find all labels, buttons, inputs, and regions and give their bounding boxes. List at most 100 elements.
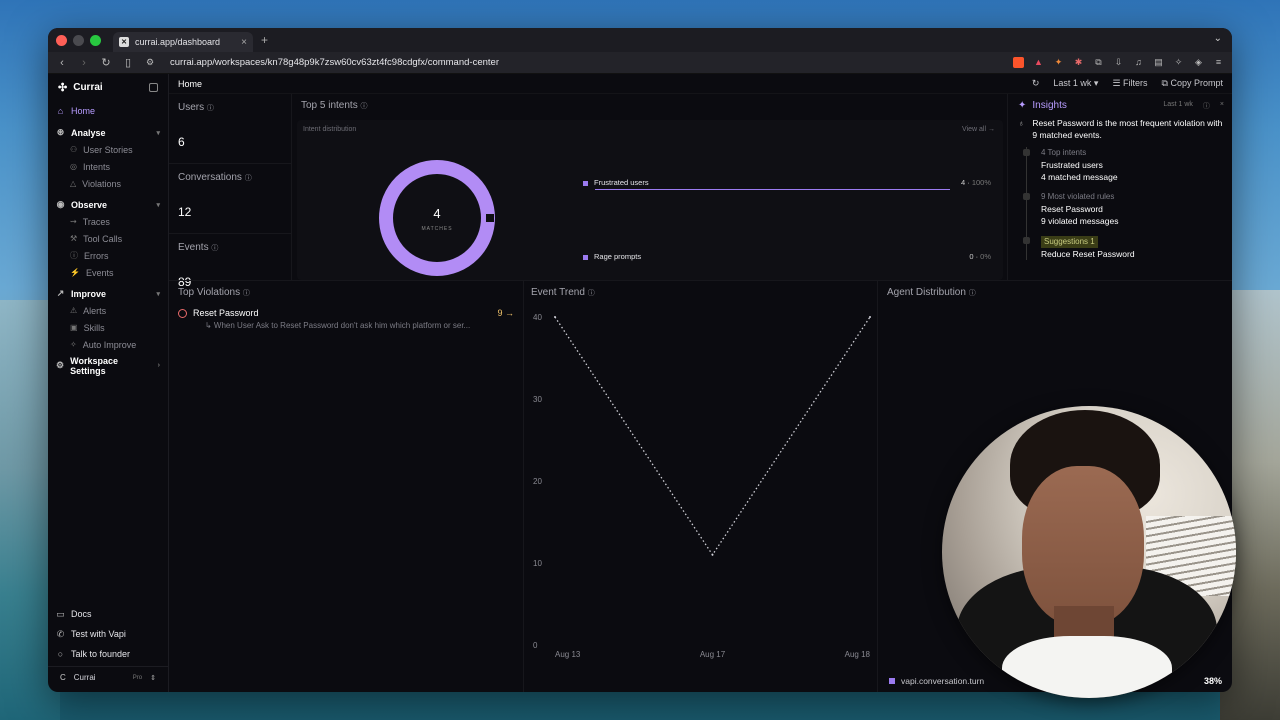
sidebar-item-user-stories[interactable]: ⚇ User Stories [48, 141, 168, 158]
sidebar-item-label: Auto Improve [82, 339, 137, 350]
sidebar-item-home[interactable]: ⌂ Home [48, 102, 168, 119]
sidebar-item-alerts[interactable]: ⚠ Alerts [48, 302, 168, 319]
chevron-down-icon: ▾ [156, 290, 160, 298]
menu-icon[interactable]: ≡ [1213, 57, 1224, 68]
extension-bug-icon[interactable]: ✱ [1073, 57, 1084, 68]
sidebar-item-test-with-vapi[interactable]: ✆ Test with Vapi [48, 624, 168, 644]
intent-pct: 0% [980, 252, 991, 261]
range-dropdown[interactable]: Last 1 wk ▾ [1053, 78, 1098, 89]
x-tick-label: Aug 13 [555, 650, 581, 659]
vpn-icon[interactable]: ◈ [1193, 57, 1204, 68]
sidebar-item-events[interactable]: ⚡ Events [48, 264, 168, 281]
sidebar-item-tool-calls[interactable]: ⚒ Tool Calls [48, 230, 168, 247]
sidebar-section-observe[interactable]: ◉ Observe ▾ [48, 196, 168, 213]
insight-line: Reduce Reset Password [1041, 249, 1135, 259]
copy-prompt-button[interactable]: ⧉ Copy Prompt [1162, 78, 1223, 89]
close-window-button[interactable] [56, 34, 67, 46]
intent-row[interactable]: Rage prompts 0 · 0% [583, 252, 995, 261]
violation-item[interactable]: Reset Password ↳ When User Ask to Reset … [178, 308, 514, 330]
intent-name: Frustrated users [594, 178, 649, 187]
top-violations-card: Top Violations ⓘ Reset Password ↳ When U… [169, 281, 524, 692]
sidebar-section-improve[interactable]: ↗ Improve ▾ [48, 285, 168, 302]
wallet-icon[interactable]: ▤ [1153, 57, 1164, 68]
extensions-icon[interactable]: ⧉ [1093, 57, 1104, 68]
maximize-window-button[interactable] [90, 34, 101, 46]
tab-list-chevron-icon[interactable]: ⌄ [1214, 33, 1222, 44]
chevron-right-icon: › [157, 362, 160, 369]
intent-count: 4 [960, 178, 966, 187]
insight-item[interactable]: 4 Top intents Frustrated users 4 matched… [1023, 147, 1224, 183]
stat-card-users[interactable]: Users ⓘ 6 [169, 94, 291, 164]
sidebar-item-skills[interactable]: ▣ Skills [48, 319, 168, 336]
insight-item[interactable]: 9 Most violated rules Reset Password 9 v… [1023, 191, 1224, 227]
tab-bar: ✕ currai.app/dashboard × + ⌄ [48, 28, 1232, 52]
close-icon[interactable]: × [1220, 101, 1224, 111]
skills-icon: ▣ [70, 323, 78, 332]
wrench-icon: ⚒ [70, 234, 78, 243]
info-icon: ⓘ [360, 103, 368, 110]
rewards-icon[interactable]: ▲ [1033, 57, 1044, 68]
insight-item[interactable]: Suggestions 1 Reduce Reset Password [1023, 235, 1224, 260]
face-shape [1022, 466, 1144, 626]
intent-bars: Frustrated users 4 · 100% Rage prompts 0… [583, 120, 1003, 280]
intent-name: Rage prompts [594, 252, 642, 261]
sidebar-item-label: Workspace Settings [70, 355, 118, 376]
extension-fox-icon[interactable]: ✦ [1053, 57, 1064, 68]
sidebar-item-intents[interactable]: ◎ Intents [48, 158, 168, 175]
site-settings-icon[interactable]: ⚙ [144, 57, 156, 68]
sidebar-item-talk-to-founder[interactable]: ○ Talk to founder [48, 644, 168, 664]
users-icon: ⚇ [70, 145, 78, 154]
y-tick-label: 30 [533, 395, 542, 404]
workspace-switcher[interactable]: C Currai Pro ⇕ [48, 666, 168, 688]
sidebar-item-violations[interactable]: △ Violations [48, 175, 168, 192]
improve-icon: ↗ [56, 288, 65, 298]
intent-donut-chart[interactable]: 4 MATCHES [377, 158, 497, 278]
forward-icon[interactable]: › [78, 57, 90, 69]
back-icon[interactable]: ‹ [56, 57, 68, 69]
panel-subtitle: Intent distribution [303, 126, 357, 133]
chat-icon: ○ [57, 649, 64, 659]
sidebar-item-workspace-settings[interactable]: ⚙ Workspace Settings › [48, 355, 168, 376]
timeline-bullet [1023, 149, 1030, 156]
stat-card-conversations[interactable]: Conversations ⓘ 12 [169, 164, 291, 234]
browser-tab[interactable]: ✕ currai.app/dashboard × [113, 32, 253, 52]
lightbulb-icon: ♁ [1018, 118, 1025, 128]
sidebar-item-errors[interactable]: ⓘ Errors [48, 247, 168, 264]
trend-point[interactable] [711, 553, 714, 556]
window-controls [56, 34, 101, 46]
trend-point[interactable] [554, 316, 556, 318]
logo-icon: ✣ [58, 81, 68, 94]
sidebar-section-label: Improve [71, 288, 107, 299]
sidebar-section-analyse[interactable]: ⊛ Analyse ▾ [48, 124, 168, 141]
sidebar-item-docs[interactable]: ▭ Docs [48, 604, 168, 624]
bookmark-icon[interactable]: ▯ [122, 56, 134, 69]
card-title: Top 5 intents [301, 100, 358, 111]
address-bar[interactable]: currai.app/workspaces/kn78g48p9k7zsw60cv… [170, 57, 499, 68]
refresh-icon[interactable]: ↻ [1032, 78, 1040, 89]
trend-point[interactable] [869, 316, 871, 318]
intent-row[interactable]: Frustrated users 4 · 100% [583, 178, 995, 190]
insight-line: 4 matched message [1041, 172, 1118, 182]
info-icon: ⓘ [211, 245, 219, 252]
minimize-window-button[interactable] [73, 34, 84, 46]
brave-shield-icon[interactable] [1013, 57, 1024, 68]
traces-icon: ⇝ [70, 217, 77, 226]
range-label: Last 1 wk [1053, 78, 1092, 88]
download-icon[interactable]: ⇩ [1113, 57, 1124, 68]
copy-prompt-label: Copy Prompt [1170, 78, 1223, 88]
filters-button[interactable]: ☰ Filters [1112, 78, 1147, 89]
chevron-updown-icon: ⇕ [150, 674, 156, 682]
close-tab-icon[interactable]: × [241, 37, 247, 48]
event-trend-chart[interactable]: 0 10 20 30 40 Aug 13 Aug 17 Aug 18 [525, 301, 878, 661]
collapse-sidebar-icon[interactable] [149, 82, 158, 92]
insights-range: Last 1 wk [1163, 100, 1193, 108]
sidebar-item-label: Talk to founder [71, 649, 131, 659]
reload-icon[interactable]: ↻ [100, 56, 112, 69]
event-trend-card: Event Trend ⓘ 0 10 20 30 40 Aug 13 Aug 17 Aug 1… [525, 281, 878, 692]
media-icon[interactable]: ♫ [1133, 57, 1144, 68]
bell-icon: ⚠ [70, 306, 78, 315]
new-tab-icon[interactable]: + [261, 33, 268, 47]
sidebar-toggle-icon[interactable]: ✧ [1173, 57, 1184, 68]
sidebar-item-auto-improve[interactable]: ✧ Auto Improve [48, 336, 168, 353]
sidebar-item-traces[interactable]: ⇝ Traces [48, 213, 168, 230]
